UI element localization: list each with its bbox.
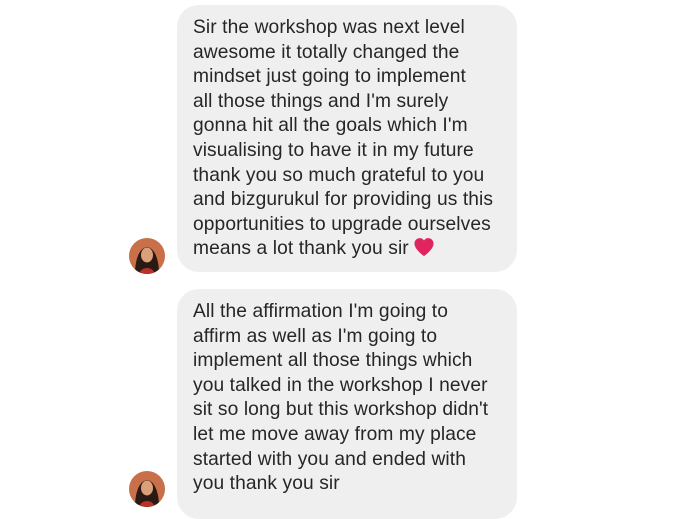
message-line-last: means a lot thank you sir xyxy=(193,237,503,265)
message-line: All the affirmation I'm going to xyxy=(193,301,449,322)
message-line: all those things and I'm surely xyxy=(193,90,449,112)
sender-avatar[interactable] xyxy=(129,471,165,507)
message-line: gonna hit all the goals which I'm xyxy=(193,115,468,137)
message-line: Sir the workshop was next level xyxy=(193,17,465,38)
message-line: opportunities to upgrade ourselves xyxy=(193,213,491,235)
user-avatar-icon xyxy=(129,238,165,274)
message-line: you thank you sir xyxy=(193,473,340,495)
message-line: started with you and ended with xyxy=(193,448,466,470)
message-line: mindset just going to implement xyxy=(193,66,466,88)
sender-avatar[interactable] xyxy=(129,238,165,274)
message-line: let me move away from my place xyxy=(193,423,477,445)
message-line: sit so long but this workshop didn't xyxy=(193,399,489,421)
red-heart-icon xyxy=(413,237,435,265)
message-line: visualising to have it in my future xyxy=(193,139,474,161)
message-line: awesome it totally changed the xyxy=(193,41,460,63)
message-bubble[interactable]: Sir the workshop was next level awesome … xyxy=(177,5,517,272)
message-line: thank you so much grateful to you xyxy=(193,164,485,186)
message-line: implement all those things which xyxy=(193,350,473,372)
message-line-text: means a lot thank you sir xyxy=(193,238,409,260)
message-line: you talked in the workshop I never xyxy=(193,374,488,396)
message-line: affirm as well as I'm going to xyxy=(193,325,438,347)
message-bubble[interactable]: All the affirmation I'm going to affirm … xyxy=(177,289,517,519)
message-line: and bizgurukul for providing us this xyxy=(193,189,494,211)
user-avatar-icon xyxy=(129,471,165,507)
